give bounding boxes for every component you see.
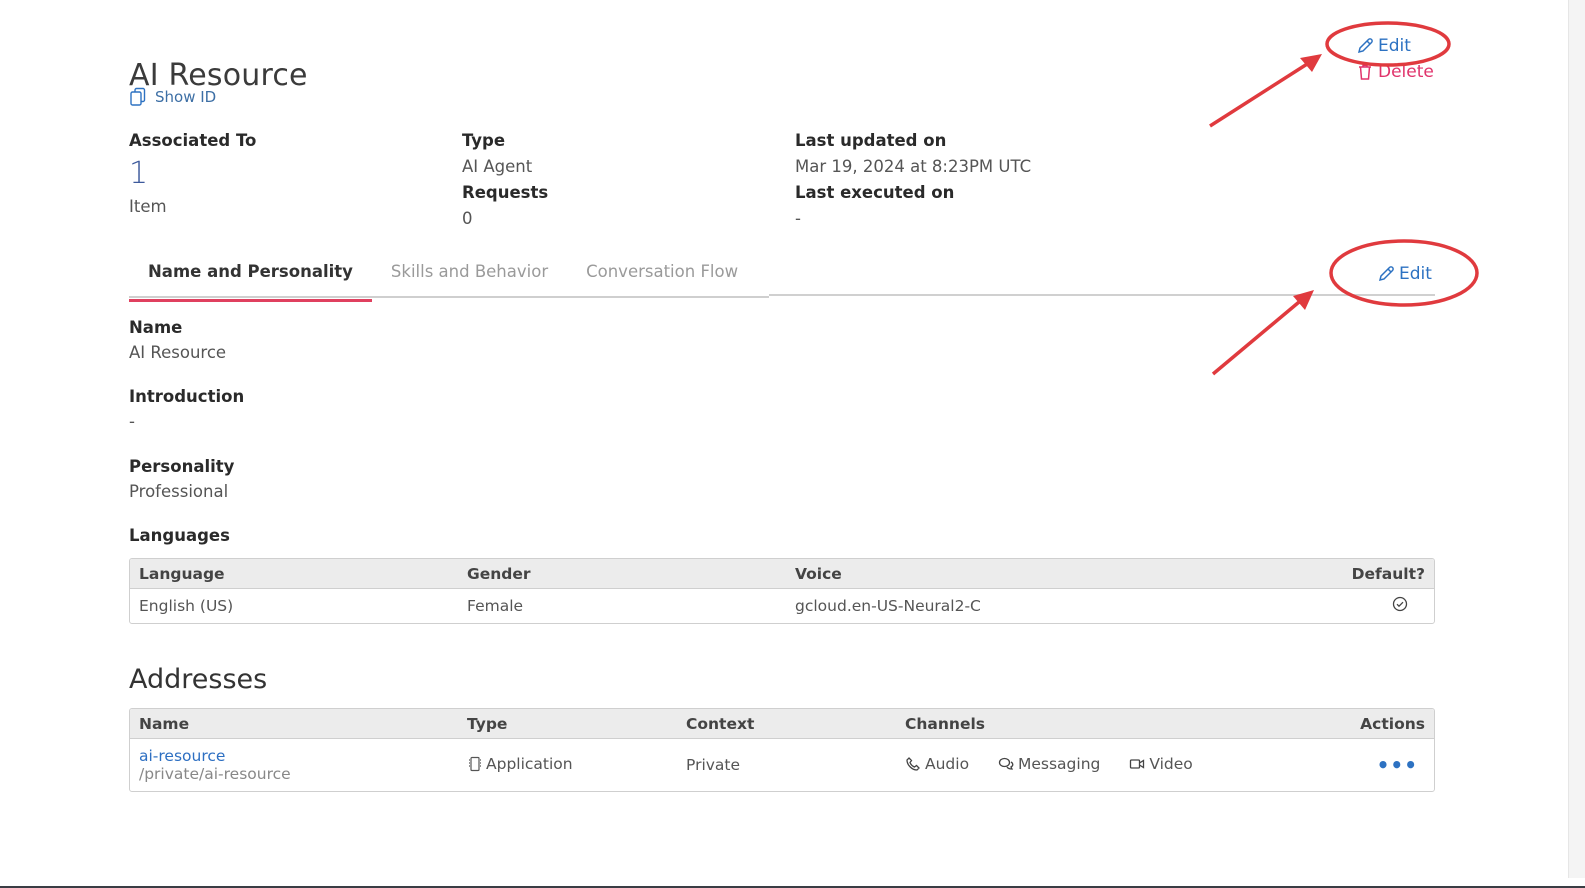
addresses-table: Name Type Context Channels Actions ai-re…: [129, 708, 1435, 792]
phone-icon: [906, 756, 920, 771]
show-id-button[interactable]: Show ID: [129, 87, 216, 107]
introduction-label: Introduction: [129, 387, 245, 406]
pencil-icon: [1378, 266, 1394, 282]
col-voice: Voice: [786, 559, 1234, 589]
address-type-cell: Application: [458, 739, 677, 791]
channel-messaging: Messaging: [998, 755, 1100, 773]
default-cell: [1234, 589, 1435, 623]
channel-audio-label: Audio: [925, 754, 970, 773]
col-channels: Channels: [896, 709, 1326, 739]
divider: [769, 294, 1435, 296]
delete-label: Delete: [1378, 62, 1434, 82]
table-row: ai-resource /private/ai-resource Applica…: [130, 739, 1434, 791]
channel-video: Video: [1129, 754, 1193, 773]
address-context: Private: [686, 756, 741, 774]
col-gender: Gender: [458, 559, 786, 589]
pencil-icon: [1357, 38, 1373, 54]
table-row: English (US) Female gcloud.en-US-Neural2…: [130, 589, 1434, 623]
col-type: Type: [458, 709, 677, 739]
type-value: AI Agent: [462, 157, 533, 176]
section-edit-button[interactable]: Edit: [1377, 261, 1432, 287]
annotation-arrowhead: [1300, 54, 1322, 72]
more-icon[interactable]: •••: [1377, 753, 1418, 777]
annotation-arrow: [1209, 57, 1316, 128]
last-updated-label: Last updated on: [795, 131, 947, 150]
associated-unit: Item: [129, 197, 167, 216]
col-language: Language: [130, 559, 458, 589]
page-actions: Edit Delete: [1356, 33, 1434, 85]
copy-icon: [130, 87, 146, 106]
show-id-label: Show ID: [155, 88, 217, 106]
associated-to-block: Associated To 1 Item: [129, 128, 256, 220]
channel-audio: Audio: [905, 755, 969, 773]
address-actions-cell: •••: [1326, 739, 1434, 791]
type-label: Type: [462, 131, 506, 150]
scrollbar[interactable]: [1568, 0, 1585, 878]
last-executed-label: Last executed on: [795, 183, 955, 202]
table-header-row: Name Type Context Channels Actions: [130, 709, 1434, 739]
name-label: Name: [129, 318, 183, 337]
languages-table: Language Gender Voice Default? English (…: [129, 558, 1435, 624]
annotation-arrow: [1211, 295, 1307, 376]
address-path: /private/ai-resource: [139, 765, 291, 783]
col-context: Context: [677, 709, 896, 739]
col-actions: Actions: [1325, 709, 1434, 739]
requests-value: 0: [462, 209, 473, 228]
col-name: Name: [130, 709, 458, 739]
type-block: Type AI Agent Requests 0: [462, 128, 548, 232]
edit-button[interactable]: Edit: [1356, 33, 1434, 59]
col-default: Default?: [1233, 559, 1434, 589]
trash-icon: [1359, 64, 1371, 80]
tab-skills-and-behavior[interactable]: Skills and Behavior: [372, 254, 567, 296]
introduction-value: -: [129, 412, 135, 431]
last-executed-value: -: [795, 209, 801, 228]
address-name-cell: ai-resource /private/ai-resource: [130, 739, 458, 791]
language-cell: English (US): [139, 597, 234, 615]
personality-label: Personality: [129, 457, 235, 476]
channel-video-label: Video: [1149, 754, 1193, 773]
check-circle-icon: [1392, 596, 1408, 612]
annotation-arrowhead: [1293, 290, 1314, 310]
gender-cell: Female: [467, 597, 524, 615]
name-value: AI Resource: [129, 343, 227, 362]
voice-cell: gcloud.en-US-Neural2-C: [795, 597, 981, 615]
address-channels-cell: Audio Messaging Video: [896, 739, 1326, 791]
personality-field: Personality Professional: [129, 455, 234, 505]
delete-button[interactable]: Delete: [1356, 59, 1434, 85]
addresses-title: Addresses: [129, 664, 268, 695]
personality-value: Professional: [129, 482, 229, 501]
address-link[interactable]: ai-resource: [139, 747, 449, 765]
channel-messaging-label: Messaging: [1018, 754, 1101, 773]
tab-bar: Name and Personality Skills and Behavior…: [129, 254, 769, 302]
tab-name-and-personality[interactable]: Name and Personality: [129, 254, 372, 302]
requests-label: Requests: [462, 183, 549, 202]
associated-count[interactable]: 1: [129, 154, 256, 194]
video-icon: [1130, 758, 1145, 769]
dates-block: Last updated on Mar 19, 2024 at 8:23PM U…: [795, 128, 1031, 232]
tab-conversation-flow[interactable]: Conversation Flow: [567, 254, 757, 296]
languages-label: Languages: [129, 526, 230, 545]
name-field: Name AI Resource: [129, 316, 226, 366]
table-header-row: Language Gender Voice Default?: [130, 559, 1434, 589]
introduction-field: Introduction -: [129, 385, 244, 435]
associated-to-label: Associated To: [129, 131, 257, 150]
edit-label: Edit: [1378, 36, 1411, 56]
address-type: Application: [486, 754, 573, 773]
section-edit-label: Edit: [1399, 264, 1432, 284]
languages-heading: Languages: [129, 524, 230, 548]
application-icon: [469, 756, 481, 771]
chat-icon: [998, 757, 1014, 770]
last-updated-value: Mar 19, 2024 at 8:23PM UTC: [795, 157, 1032, 176]
